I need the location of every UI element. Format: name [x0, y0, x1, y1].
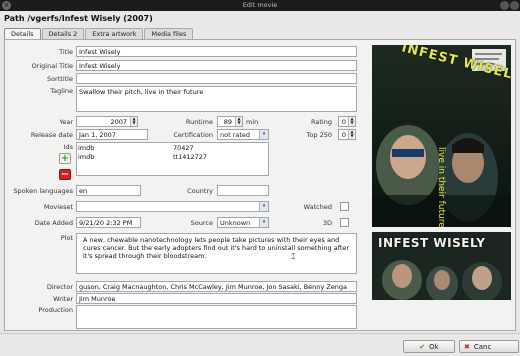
- sorttitle-field[interactable]: [76, 73, 357, 84]
- runtime-unit-label: min: [246, 118, 259, 126]
- id-provider-cell: imdb: [78, 144, 95, 152]
- rating-label: Rating: [311, 118, 332, 126]
- id-value-cell[interactable]: tt1412727: [173, 153, 207, 161]
- edit-movie-window: × Edit movie Path /vgerfs/Infest Wisely …: [0, 0, 520, 356]
- cancel-button[interactable]: ✖ Canc: [459, 340, 519, 353]
- banner-title-text: INFEST WISELY: [378, 236, 486, 250]
- id-value-cell[interactable]: 70427: [173, 144, 194, 152]
- title-bar: × Edit movie: [0, 0, 520, 11]
- top250-label: Top 250: [306, 131, 332, 139]
- original-title-field[interactable]: Infest Wisely: [76, 60, 357, 71]
- production-label: Production: [38, 306, 73, 314]
- cancel-button-label: Canc: [473, 343, 492, 351]
- movieset-label: Movieset: [43, 203, 73, 211]
- plot-field[interactable]: A new, chewable nanotechnology lets peop…: [76, 233, 357, 274]
- chevron-down-icon: ▾: [259, 202, 268, 211]
- country-field[interactable]: [217, 185, 269, 196]
- sorttitle-label: Sorttitle: [46, 75, 73, 83]
- country-label: Country: [187, 187, 213, 195]
- window-title: Edit movie: [242, 1, 278, 9]
- director-field[interactable]: guson, Craig Macnaughton, Chris McCawley…: [76, 281, 357, 292]
- source-label: Source: [190, 219, 213, 227]
- date-added-field[interactable]: 9/21/20 2:32 PM: [76, 217, 141, 228]
- rating-spinner[interactable]: ▲ ▼: [348, 117, 355, 126]
- title-label: Title: [59, 48, 73, 56]
- runtime-spinner[interactable]: ▲ ▼: [235, 117, 242, 126]
- 3d-checkbox[interactable]: [340, 218, 349, 227]
- original-title-label: Original Title: [31, 62, 73, 70]
- writer-field[interactable]: Jim Munroe: [76, 293, 357, 304]
- year-field[interactable]: 2007: [76, 116, 138, 127]
- source-select[interactable]: Unknown ▾: [217, 217, 269, 228]
- dialog-button-bar: ✔ Ok ✖ Canc: [0, 333, 520, 356]
- add-id-button[interactable]: +: [59, 153, 71, 164]
- window-maximize-icon[interactable]: [510, 1, 519, 10]
- poster-image[interactable]: INFEST WISELY live in their future: [372, 45, 511, 227]
- poster-tagline-text: live in their future: [436, 147, 446, 227]
- remove-id-button[interactable]: −: [59, 169, 71, 180]
- minus-icon: −: [60, 169, 70, 180]
- top250-spinner[interactable]: ▲ ▼: [348, 130, 355, 139]
- certification-select[interactable]: not rated ▾: [217, 129, 269, 140]
- plus-icon: +: [60, 153, 70, 164]
- cancel-icon: ✖: [464, 343, 470, 351]
- banner-image[interactable]: INFEST WISELY: [372, 232, 511, 300]
- date-added-label: Date Added: [34, 219, 73, 227]
- chevron-down-icon: ▾: [259, 218, 268, 227]
- runtime-label: Runtime: [185, 118, 213, 126]
- ids-label: Ids: [63, 143, 73, 151]
- ok-button[interactable]: ✔ Ok: [403, 340, 455, 353]
- spoken-languages-label: Spoken languages: [13, 187, 73, 195]
- checkmark-icon: ✔: [419, 343, 426, 351]
- chevron-down-icon: ▾: [259, 130, 268, 139]
- watched-checkbox[interactable]: [340, 202, 349, 211]
- ok-button-label: Ok: [429, 343, 439, 351]
- movieset-select[interactable]: ▾: [76, 201, 269, 212]
- path-label: Path /vgerfs/Infest Wisely (2007): [4, 14, 153, 23]
- 3d-label: 3D: [322, 219, 332, 227]
- production-field[interactable]: [76, 305, 357, 329]
- tagline-field[interactable]: Swallow their pitch, live in their futur…: [76, 86, 357, 112]
- certification-value: not rated: [220, 131, 251, 139]
- spoken-languages-field[interactable]: en: [76, 185, 141, 196]
- year-label: Year: [59, 118, 73, 126]
- release-date-label: Release date: [30, 131, 73, 139]
- tagline-label: Tagline: [50, 87, 73, 95]
- id-provider-cell: imdb: [78, 153, 95, 161]
- year-spinner[interactable]: ▲ ▼: [130, 117, 137, 126]
- title-field[interactable]: Infest Wisely: [76, 46, 357, 57]
- window-minimize-icon[interactable]: [500, 1, 509, 10]
- director-label: Director: [46, 283, 73, 291]
- release-date-field[interactable]: Jan 1, 2007: [76, 129, 148, 140]
- watched-label: Watched: [303, 203, 332, 211]
- certification-label: Certification: [173, 131, 213, 139]
- text-cursor-icon: 𝙸: [290, 252, 297, 262]
- source-value: Unknown: [220, 219, 251, 227]
- plot-label: Plot: [60, 234, 73, 242]
- writer-label: Writer: [53, 295, 73, 303]
